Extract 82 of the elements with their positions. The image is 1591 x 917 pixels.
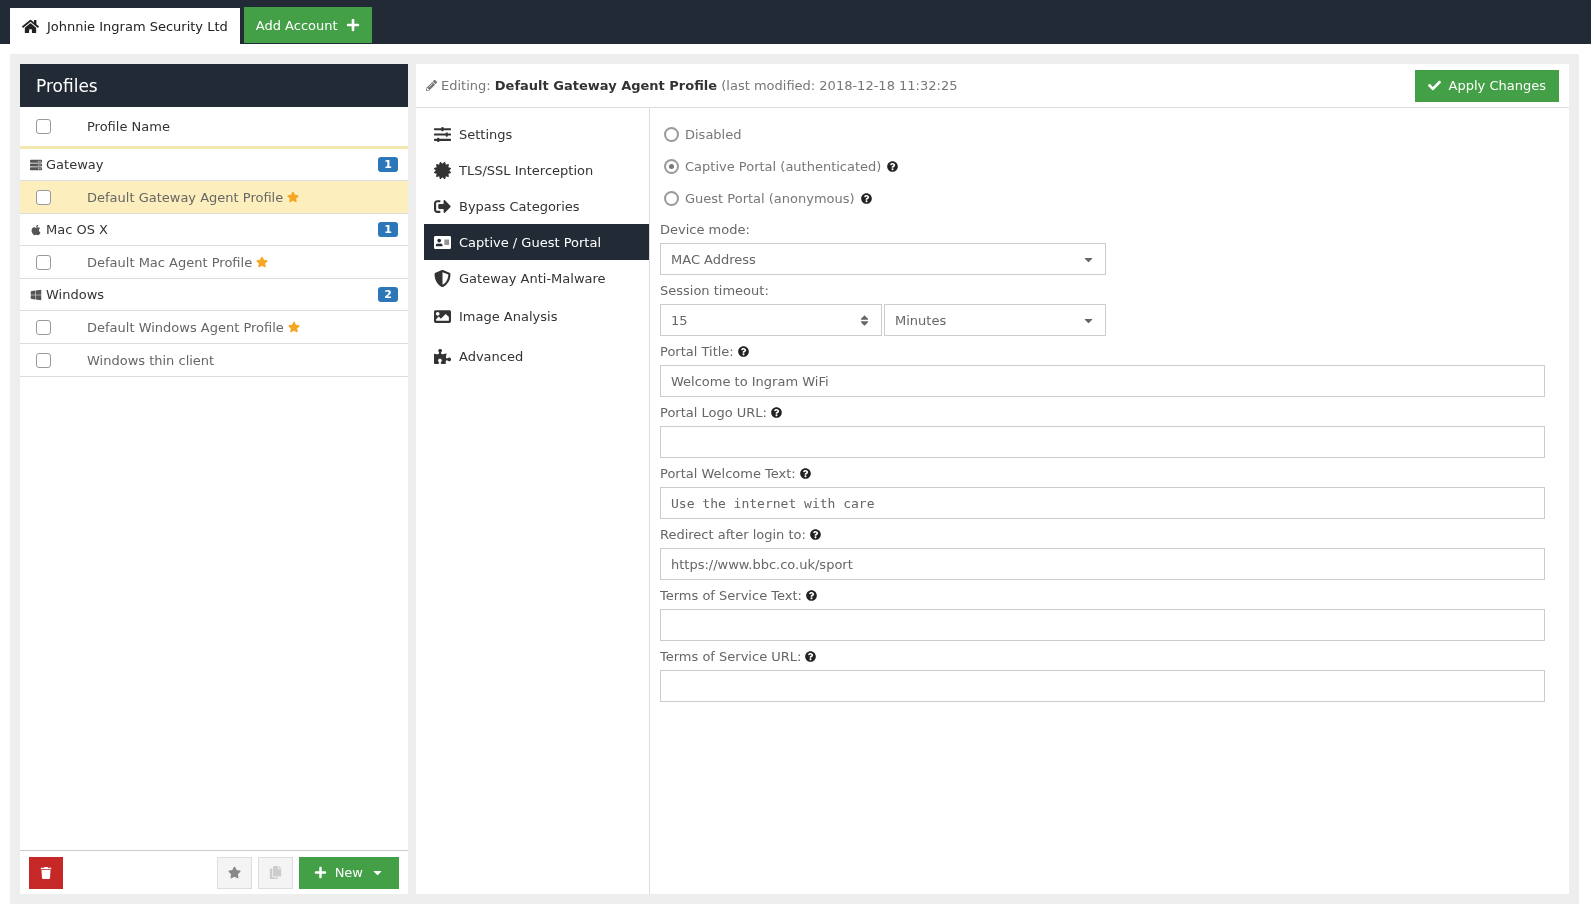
- field-label: Terms of Service URL:: [660, 649, 1545, 664]
- help-icon[interactable]: [770, 407, 782, 418]
- home-icon: [22, 17, 39, 35]
- check-icon: [1427, 79, 1441, 92]
- checkbox[interactable]: [36, 319, 51, 335]
- apply-button[interactable]: Apply Changes: [1414, 69, 1559, 102]
- profile-name: Default Windows Agent Profile: [87, 319, 284, 335]
- input-field[interactable]: [660, 609, 1545, 641]
- count-badge: 1: [378, 157, 398, 172]
- delete-button[interactable]: [29, 856, 63, 889]
- shield-icon: [434, 269, 451, 287]
- windows-icon: [30, 288, 42, 301]
- number-field[interactable]: 15: [660, 304, 882, 336]
- nav-item[interactable]: TLS/SSL Interception: [424, 152, 649, 188]
- server-icon: [30, 158, 42, 171]
- nav-item[interactable]: Gateway Anti-Malware: [424, 260, 649, 296]
- pencil-icon: [426, 80, 437, 91]
- count-badge: 1: [378, 222, 398, 237]
- account-tab[interactable]: Johnnie Ingram Security Ltd: [10, 8, 240, 44]
- profile-row[interactable]: Default Gateway Agent Profile: [20, 181, 408, 214]
- panel-title: Profiles: [20, 64, 408, 107]
- help-icon[interactable]: [737, 346, 749, 357]
- nav-item[interactable]: Captive / Guest Portal: [424, 224, 649, 260]
- help-icon[interactable]: [809, 529, 821, 540]
- account-tab[interactable]: Add Account: [243, 7, 372, 43]
- field-label: Terms of Service Text:: [660, 588, 1545, 603]
- group-name: Windows: [46, 287, 105, 302]
- group-name: Gateway: [46, 157, 104, 172]
- radio-label: Guest Portal (anonymous): [685, 190, 855, 206]
- editing-title: Editing: Default Gateway Agent Profile (last modified: 2018-12-18 11:32:25: [441, 78, 958, 93]
- checkbox[interactable]: [36, 254, 51, 270]
- input-field[interactable]: [660, 670, 1545, 702]
- apple-icon: [30, 223, 42, 236]
- new-button[interactable]: New: [298, 856, 399, 889]
- sliders-icon: [434, 125, 451, 143]
- help-icon[interactable]: [860, 192, 872, 204]
- input-field[interactable]: Use the internet with care: [660, 487, 1545, 519]
- checkbox[interactable]: [36, 189, 51, 205]
- nav-item[interactable]: Advanced: [424, 336, 649, 376]
- star-icon: [227, 866, 241, 879]
- profile-name: Default Gateway Agent Profile: [87, 189, 284, 205]
- spinner-icon[interactable]: [858, 313, 871, 327]
- radio-button[interactable]: [664, 126, 679, 142]
- dropdown[interactable]: Minutes: [884, 304, 1106, 336]
- input-field[interactable]: https://www.bbc.co.uk/sport: [660, 548, 1545, 580]
- nav-item[interactable]: Bypass Categories: [424, 188, 649, 224]
- favourite-button[interactable]: [216, 856, 252, 889]
- exit-arrow-icon: [434, 197, 451, 215]
- copy-icon: [268, 866, 282, 879]
- checkbox[interactable]: [36, 352, 51, 368]
- field-label: Portal Welcome Text:: [660, 466, 1545, 481]
- help-icon[interactable]: [805, 651, 817, 662]
- plus-icon: [345, 18, 360, 32]
- profile-name: Default Mac Agent Profile: [87, 254, 253, 270]
- field-label: Device mode:: [660, 222, 751, 237]
- field-label: Portal Logo URL:: [660, 405, 1545, 420]
- badge-icon: [434, 161, 451, 179]
- checkbox[interactable]: [36, 119, 51, 134]
- nav-item[interactable]: Settings: [424, 116, 649, 152]
- puzzle-icon: [434, 347, 451, 365]
- id-card-icon: [434, 233, 451, 251]
- nav-item[interactable]: Image Analysis: [424, 296, 649, 336]
- count-badge: 2: [378, 287, 398, 302]
- help-icon[interactable]: [887, 160, 899, 172]
- profile-name: Windows thin client: [87, 352, 215, 368]
- radio-label: Disabled: [685, 126, 742, 142]
- column-header: Profile Name: [87, 119, 170, 134]
- radio-button[interactable]: [664, 158, 679, 174]
- group-name: Mac OS X: [46, 222, 108, 237]
- help-icon[interactable]: [805, 590, 817, 601]
- radio-button[interactable]: [664, 190, 679, 206]
- image-icon: [434, 307, 451, 325]
- dropdown[interactable]: MAC Address: [660, 243, 1106, 275]
- trash-icon: [40, 866, 52, 879]
- field-label: Portal Title:: [660, 344, 1545, 359]
- input-field[interactable]: Welcome to Ingram WiFi: [660, 365, 1545, 397]
- help-icon[interactable]: [799, 468, 811, 479]
- radio-label: Captive Portal (authenticated): [685, 158, 882, 174]
- field-label: Redirect after login to:: [660, 527, 1545, 542]
- input-field[interactable]: [660, 426, 1545, 458]
- field-label: Session timeout:: [660, 283, 770, 298]
- plus-icon: [313, 866, 327, 879]
